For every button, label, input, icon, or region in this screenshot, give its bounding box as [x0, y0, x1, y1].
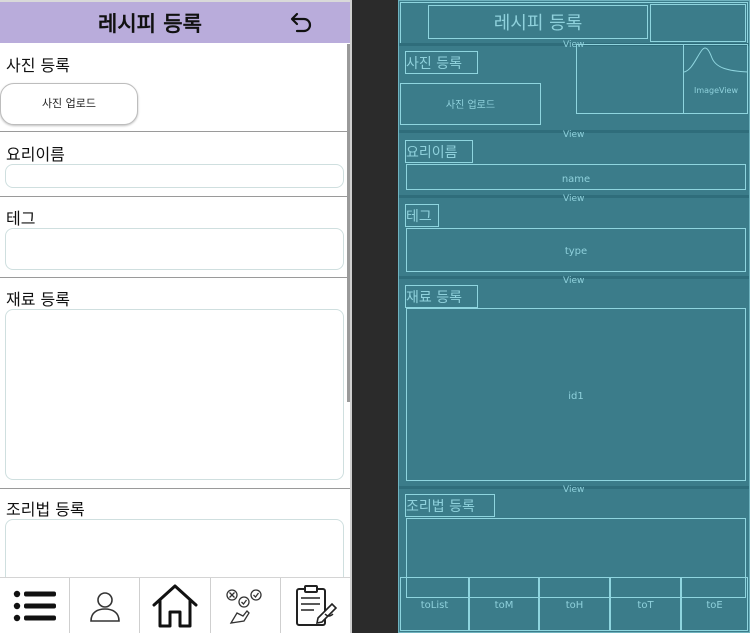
tag-section-label: 테그 [6, 209, 36, 228]
name-input[interactable] [5, 164, 344, 188]
divider [0, 277, 350, 278]
nav-user-button[interactable] [70, 578, 141, 633]
list-icon [13, 590, 56, 621]
ingredients-input[interactable] [5, 309, 344, 480]
photo-section-label: 사진 등록 [6, 56, 70, 75]
divider [0, 488, 350, 489]
tag-input[interactable] [5, 228, 344, 270]
name-section-label: 요리이름 [6, 145, 65, 164]
undo-arrow-icon[interactable] [288, 10, 314, 36]
preview-edge [350, 0, 352, 633]
blueprint-frame [398, 0, 750, 633]
nav-list-button[interactable] [0, 578, 71, 633]
blueprint-view: 레시피 등록 View 사진 등록 사진 업로드 ImageView View … [398, 0, 750, 633]
nav-home-button[interactable] [140, 578, 211, 633]
home-icon [152, 584, 198, 627]
photo-upload-button[interactable]: 사진 업로드 [0, 83, 138, 125]
divider [0, 131, 350, 132]
ingredients-section-label: 재료 등록 [6, 290, 70, 309]
page-title: 레시피 등록 [98, 12, 202, 36]
divider [0, 196, 350, 197]
bottom-navigation [0, 577, 350, 633]
checklist-icon [226, 588, 262, 624]
nav-checklist-button[interactable] [211, 578, 281, 633]
recipe-board-icon [296, 584, 338, 626]
user-icon [89, 591, 120, 622]
recipe-section-label: 조리법 등록 [6, 500, 85, 519]
design-preview: 레시피 등록 사진 등록 사진 업로드 요리이름 테그 재료 등록 조리법 등록 [0, 0, 352, 633]
nav-recipe-board-button[interactable] [281, 578, 350, 633]
app-bar: 레시피 등록 [0, 0, 350, 43]
